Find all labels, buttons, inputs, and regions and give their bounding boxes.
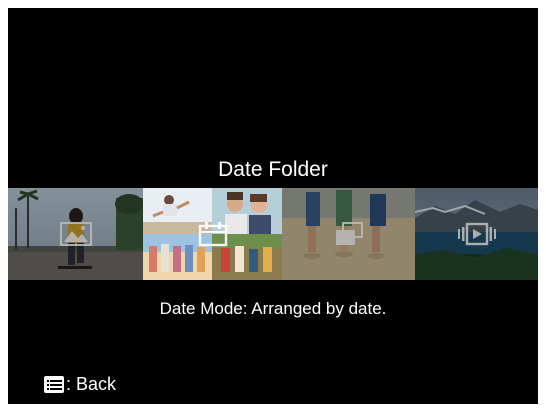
mode-tile-date[interactable]	[143, 188, 282, 280]
landscape-photo-thumbnail	[415, 188, 538, 280]
landscape-photo-icon	[59, 222, 92, 246]
playback-mode-strip	[8, 188, 538, 280]
mode-description: Date Mode: Arranged by date.	[159, 299, 387, 318]
mode-tile-burst[interactable]	[282, 188, 415, 280]
back-label: : Back	[66, 374, 117, 394]
stacked-photos-icon	[335, 222, 363, 245]
street-photo-thumbnail	[8, 188, 143, 280]
beach-photo-thumbnail	[282, 188, 415, 280]
mode-tile-single[interactable]	[8, 188, 143, 280]
mode-tile-video[interactable]	[415, 188, 538, 280]
calendar-icon	[198, 222, 227, 247]
camera-screen: Date Folder Date Mode: Arranged by date.…	[8, 8, 538, 404]
page-title: Date Folder	[218, 158, 328, 181]
menu-button-icon	[44, 376, 64, 393]
film-play-icon	[457, 222, 496, 246]
back-button[interactable]: : Back	[44, 374, 116, 395]
